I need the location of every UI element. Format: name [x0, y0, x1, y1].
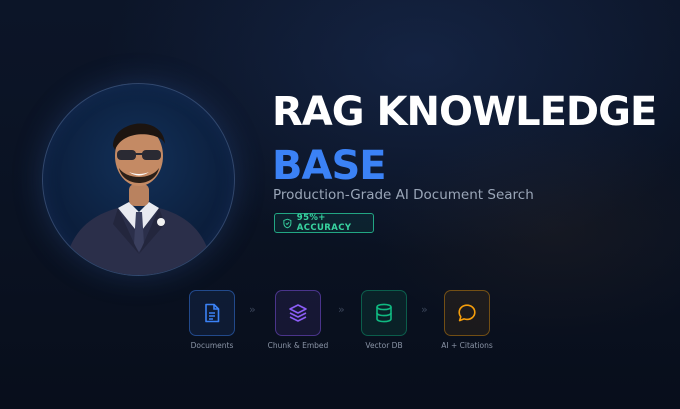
pipeline-step-chunk-embed: [275, 290, 321, 336]
database-icon: [376, 303, 392, 323]
pipeline-step-label: Chunk & Embed: [267, 341, 329, 350]
pipeline-step-documents: [189, 290, 235, 336]
pipeline-step-vector-db: [361, 290, 407, 336]
shield-check-icon: [283, 218, 292, 228]
pipeline-step-label: Documents: [190, 341, 234, 350]
profile-portrait: [42, 83, 235, 276]
person-illustration: [63, 123, 214, 275]
document-icon: [205, 303, 220, 323]
pipeline-step-label: AI + Citations: [441, 341, 493, 350]
accuracy-badge: 95%+ ACCURACY: [274, 213, 374, 233]
subtitle: Production-Grade AI Document Search: [273, 187, 534, 203]
pipeline-arrow: »: [421, 303, 428, 316]
pipeline-arrow: »: [338, 303, 345, 316]
badge-label: 95%+ ACCURACY: [296, 213, 352, 233]
page-title-highlight: BASE: [272, 143, 387, 189]
layers-icon: [289, 304, 307, 322]
pipeline-arrow: »: [249, 303, 256, 316]
pipeline-step-ai-citations: [444, 290, 490, 336]
page-title: RAG KNOWLEDGE: [272, 89, 657, 135]
chat-bubble-icon: [458, 304, 476, 322]
banner: RAG KNOWLEDGE BASE Production-Grade AI D…: [0, 0, 680, 409]
